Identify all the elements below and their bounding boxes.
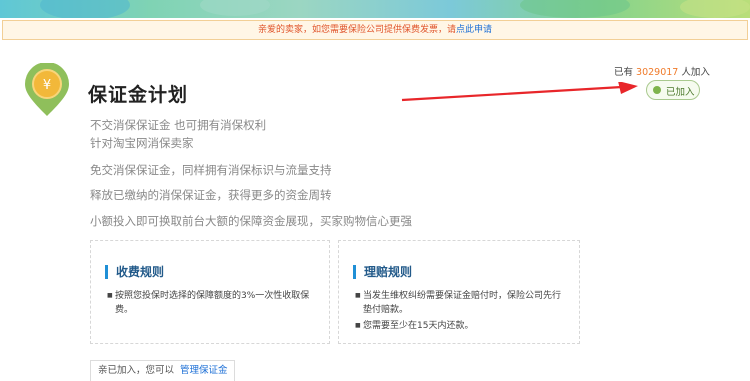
joined-button[interactable]: 已加入 — [646, 80, 700, 100]
invoice-apply-link[interactable]: 点此申请 — [456, 25, 492, 35]
manage-deposit-link[interactable]: 管理保证金 — [180, 365, 228, 376]
claim-rules-panel: 理赔规则 当发生维权纠纷需要保证金赔付时，保险公司先行垫付赔款。 您需要至少在1… — [338, 240, 580, 344]
claim-rule-item: 当发生维权纠纷需要保证金赔付时，保险公司先行垫付赔款。 — [355, 289, 563, 317]
feature-item: 小额投入即可换取前台大额的保障资金展现，买家购物信心更强 — [90, 214, 412, 228]
fee-rules-panel: 收费规则 按照您投保时选择的保障额度的3%一次性收取保费。 — [90, 240, 330, 344]
fee-rules-title: 收费规则 — [105, 265, 164, 279]
subtitle-line-1: 不交消保保证金 也可拥有消保权利 — [90, 118, 267, 132]
feature-item: 免交消保保证金，同样拥有消保标识与流量支持 — [90, 163, 332, 177]
claim-rules-title: 理赔规则 — [353, 265, 412, 279]
join-count-prefix: 已有 — [614, 67, 634, 78]
claim-rules-list: 当发生维权纠纷需要保证金赔付时，保险公司先行垫付赔款。 您需要至少在15天内还款… — [355, 289, 563, 335]
subtitle-line-2: 针对淘宝网消保卖家 — [90, 136, 194, 150]
deposit-plan-logo-icon: ¥ — [24, 62, 70, 118]
fee-rules-list: 按照您投保时选择的保障额度的3%一次性收取保费。 — [107, 289, 317, 319]
manage-deposit-bar: 亲已加入，您可以 管理保证金 — [90, 360, 235, 381]
page-title: 保证金计划 — [88, 84, 189, 106]
join-count-suffix: 人加入 — [681, 67, 710, 78]
invoice-notice-text: 亲爱的卖家，如您需要保险公司提供保费发票，请 — [257, 25, 456, 35]
invoice-notice-bar: 亲爱的卖家，如您需要保险公司提供保费发票，请点此申请 — [2, 20, 748, 40]
joined-button-label: 已加入 — [666, 87, 695, 98]
footer-text: 亲已加入，您可以 — [98, 365, 175, 376]
red-arrow-icon — [401, 82, 638, 102]
fee-rule-item: 按照您投保时选择的保障额度的3%一次性收取保费。 — [107, 289, 317, 317]
joined-status-dot-icon — [653, 86, 661, 94]
join-count: 已有 3029017 人加入 — [614, 64, 710, 78]
join-count-number: 3029017 — [636, 67, 679, 78]
svg-text:¥: ¥ — [43, 78, 51, 93]
top-banner — [0, 0, 750, 18]
feature-item: 释放已缴纳的消保保证金，获得更多的资金周转 — [90, 188, 332, 202]
claim-rule-item: 您需要至少在15天内还款。 — [355, 319, 563, 333]
